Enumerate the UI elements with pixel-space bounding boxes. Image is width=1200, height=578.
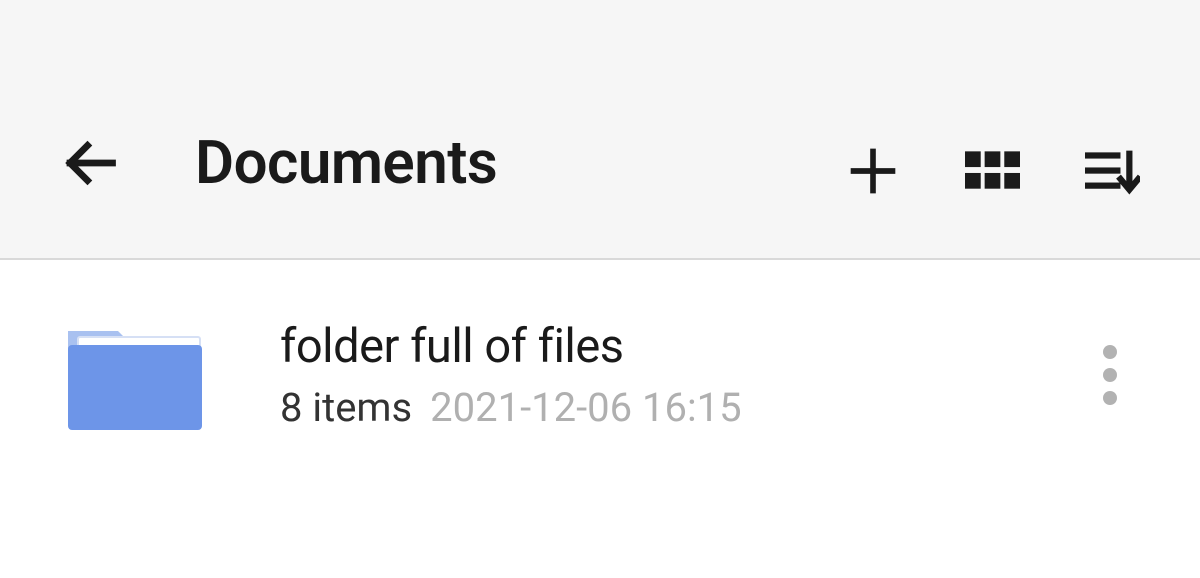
grid-icon: [965, 149, 1020, 193]
plus-icon: [847, 145, 899, 197]
toolbar-actions: [845, 143, 1140, 198]
item-meta: 8 items 2021-12-06 16:15: [280, 384, 1080, 431]
sort-button[interactable]: [1085, 143, 1140, 198]
toolbar: Documents: [0, 0, 1200, 260]
item-name: folder full of files: [280, 319, 1080, 374]
list-item[interactable]: folder full of files 8 items 2021-12-06 …: [0, 315, 1200, 435]
more-options-button[interactable]: [1080, 330, 1140, 420]
back-button[interactable]: [55, 128, 125, 198]
more-vertical-icon: [1103, 344, 1117, 406]
file-list: folder full of files 8 items 2021-12-06 …: [0, 260, 1200, 435]
item-count: 8 items: [280, 384, 412, 431]
page-title: Documents: [195, 127, 845, 198]
folder-icon: [60, 315, 210, 435]
item-details: folder full of files 8 items 2021-12-06 …: [280, 319, 1080, 431]
add-button[interactable]: [845, 143, 900, 198]
item-date: 2021-12-06 16:15: [430, 384, 741, 431]
sort-icon: [1085, 146, 1140, 196]
arrow-left-icon: [60, 133, 120, 193]
grid-view-button[interactable]: [965, 143, 1020, 198]
